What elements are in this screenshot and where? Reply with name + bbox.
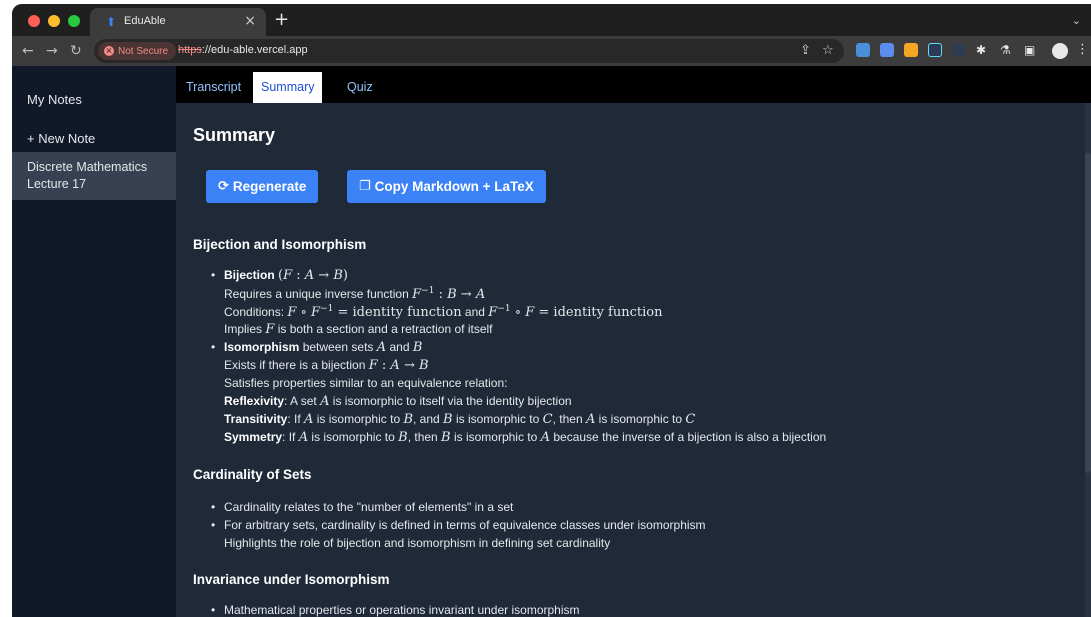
- url-text[interactable]: https://edu-able.vercel.app: [178, 44, 308, 56]
- maximize-window-button[interactable]: [68, 15, 80, 27]
- side-panel-icon[interactable]: ▣: [1024, 42, 1035, 58]
- profile-avatar[interactable]: [1052, 43, 1068, 59]
- sidebar-note-item[interactable]: Discrete Mathematics Lecture 17: [12, 152, 176, 200]
- tab-summary[interactable]: Summary: [253, 72, 323, 103]
- note-title-line-2: Lecture 17: [27, 177, 87, 191]
- favicon-icon: ⬆: [105, 15, 117, 29]
- scrollbar[interactable]: [1085, 103, 1091, 617]
- not-secure-icon: ×: [104, 46, 114, 56]
- list-item: For arbitrary sets, cardinality is defin…: [211, 518, 706, 532]
- list-item: Satisfies properties similar to an equiv…: [224, 376, 508, 390]
- close-window-button[interactable]: [28, 15, 40, 27]
- app-page: My Notes + New Note Discrete Mathematics…: [12, 66, 1091, 617]
- list-item: Reflexivity: A set A is isomorphic to it…: [224, 394, 572, 409]
- scrollbar-thumb[interactable]: [1085, 153, 1091, 473]
- new-tab-icon[interactable]: +: [274, 10, 289, 30]
- security-label: Not Secure: [118, 45, 169, 57]
- summary-title: Summary: [193, 125, 276, 145]
- extension-translate-icon[interactable]: [880, 43, 894, 57]
- minimize-window-button[interactable]: [48, 15, 60, 27]
- react-devtools-icon[interactable]: [928, 43, 942, 57]
- list-item: Symmetry: If A is isomorphic to B, then …: [224, 430, 827, 445]
- bookmark-star-icon[interactable]: ☆: [822, 43, 834, 59]
- list-item: Isomorphism between sets A and B: [211, 340, 422, 355]
- tab-strip: ⬆ EduAble × + ⌄: [12, 4, 1091, 36]
- list-item: Mathematical properties or operations in…: [211, 603, 579, 617]
- tab-quiz[interactable]: Quiz: [339, 72, 381, 103]
- close-tab-icon[interactable]: ×: [244, 13, 256, 29]
- section-heading: Cardinality of Sets: [193, 467, 312, 482]
- share-icon[interactable]: ⇪: [800, 43, 811, 59]
- tab-search-chevron-icon[interactable]: ⌄: [1072, 14, 1081, 27]
- tab-title: EduAble: [124, 15, 166, 27]
- clipboard-icon: ❐: [359, 179, 371, 194]
- list-item: Bijection (F : A → B): [211, 268, 348, 283]
- back-icon[interactable]: ←: [22, 42, 34, 60]
- extension-5-icon[interactable]: [952, 43, 966, 57]
- copy-label: Copy Markdown + LaTeX: [374, 179, 534, 194]
- security-chip[interactable]: × Not Secure: [98, 42, 177, 60]
- regenerate-label: Regenerate: [232, 179, 307, 194]
- menu-kebab-icon[interactable]: ⋮: [1076, 42, 1089, 57]
- browser-window: ⬆ EduAble × + ⌄ ← → ↻ × Not Secure https…: [12, 4, 1091, 617]
- list-item: Transitivity: If A is isomorphic to B, a…: [224, 412, 696, 427]
- note-title: Discrete Mathematics Lecture 17: [27, 159, 167, 193]
- new-note-button[interactable]: + New Note: [27, 131, 95, 146]
- note-tabs-bar: Transcript Summary Quiz: [176, 66, 1091, 103]
- labs-flask-icon[interactable]: ⚗: [1000, 42, 1011, 58]
- section-heading: Bijection and Isomorphism: [193, 237, 367, 252]
- list-item: Requires a unique inverse function F−1 :…: [224, 286, 486, 302]
- tab-transcript[interactable]: Transcript: [178, 72, 249, 103]
- summary-panel: Summary ⟳ Regenerate ❐ Copy Markdown + L…: [176, 103, 1091, 617]
- note-title-line-1: Discrete Mathematics: [27, 160, 148, 174]
- extension-3-icon[interactable]: [904, 43, 918, 57]
- list-item: Implies F is both a section and a retrac…: [224, 322, 493, 337]
- refresh-icon: ⟳: [218, 179, 229, 194]
- copy-markdown-button[interactable]: ❐ Copy Markdown + LaTeX: [347, 170, 546, 203]
- url-host: ://edu-able.vercel.app: [201, 44, 308, 56]
- browser-tab[interactable]: ⬆ EduAble ×: [90, 8, 266, 36]
- url-scheme: https: [178, 44, 202, 56]
- list-item: Highlights the role of bijection and iso…: [224, 536, 611, 550]
- sidebar: My Notes + New Note Discrete Mathematics…: [12, 66, 176, 617]
- forward-icon[interactable]: →: [46, 42, 58, 60]
- list-item: Exists if there is a bijection F : A → B: [224, 358, 429, 373]
- extension-1-icon[interactable]: [856, 43, 870, 57]
- list-item: Cardinality relates to the "number of el…: [211, 500, 513, 514]
- sidebar-title: My Notes: [27, 92, 82, 107]
- regenerate-button[interactable]: ⟳ Regenerate: [206, 170, 319, 203]
- extensions-puzzle-icon[interactable]: ✱: [976, 42, 986, 58]
- address-bar[interactable]: × Not Secure https://edu-able.vercel.app…: [94, 39, 844, 63]
- browser-toolbar: ← → ↻ × Not Secure https://edu-able.verc…: [12, 36, 1091, 66]
- section-heading: Invariance under Isomorphism: [193, 572, 390, 587]
- reload-icon[interactable]: ↻: [70, 42, 82, 60]
- list-item: Conditions: F ∘ F−1 = identity function …: [224, 304, 663, 320]
